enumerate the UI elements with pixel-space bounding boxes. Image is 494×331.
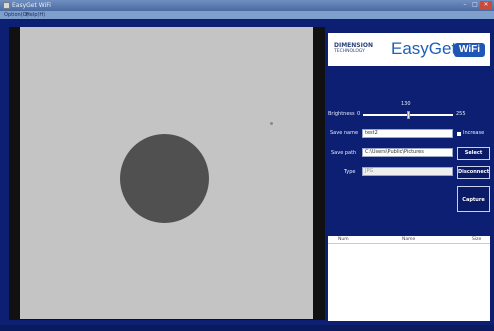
menu-item-option[interactable]: Option(O)	[4, 11, 29, 19]
app-icon	[3, 2, 10, 9]
save-name-label: Save name	[330, 130, 359, 136]
column-header-name[interactable]: Name	[402, 236, 415, 244]
menu-bar: Option(O) Help(H)	[0, 11, 494, 19]
brightness-value: 130	[401, 101, 411, 107]
minimize-button[interactable]: –	[460, 1, 470, 9]
preview-dark-spot	[120, 134, 209, 223]
disconnect-button[interactable]: Disconnect	[457, 166, 490, 179]
window-title: EasyGet WiFi	[12, 2, 51, 9]
preview-speck	[270, 122, 273, 125]
increase-checkbox[interactable]	[457, 132, 461, 136]
maximize-button[interactable]: □	[470, 1, 480, 9]
title-bar: EasyGet WiFi – □ ✕	[0, 0, 494, 11]
increase-label: Increase	[463, 130, 485, 136]
brand-logo: DIMENSION TECHNOLOGY EasyGet WiFi	[328, 33, 490, 66]
logo-company-subtitle: TECHNOLOGY	[334, 49, 365, 54]
save-path-input[interactable]: C:\Users\Public\Pictures	[362, 148, 453, 157]
brightness-slider[interactable]	[363, 111, 453, 119]
bottom-strip	[0, 325, 494, 331]
save-path-label: Save path	[331, 150, 357, 156]
camera-preview[interactable]	[20, 27, 313, 319]
type-input: JPG	[362, 167, 453, 176]
column-header-num[interactable]: Num	[338, 236, 349, 244]
column-header-size[interactable]: Size	[472, 236, 481, 244]
menu-item-help[interactable]: Help(H)	[26, 11, 45, 19]
logo-wifi-badge: WiFi	[454, 43, 485, 57]
brightness-slider-thumb[interactable]	[407, 111, 410, 119]
app-window: EasyGet WiFi – □ ✕ Option(O) Help(H) DIM…	[0, 0, 494, 331]
brightness-min: 0	[357, 111, 361, 117]
table-header: Num Name Size	[328, 236, 490, 244]
logo-company-name: DIMENSION	[334, 42, 373, 49]
select-button[interactable]: Select	[457, 147, 490, 160]
type-label: Type	[344, 169, 356, 175]
capture-button[interactable]: Capture	[457, 186, 490, 212]
save-name-input[interactable]: test2	[362, 129, 453, 138]
brightness-max: 255	[456, 111, 466, 117]
close-button[interactable]: ✕	[480, 1, 492, 9]
logo-product-name: EasyGet	[391, 39, 457, 58]
capture-list-table[interactable]: Num Name Size	[328, 236, 490, 321]
brightness-label: Brightness	[328, 111, 355, 117]
